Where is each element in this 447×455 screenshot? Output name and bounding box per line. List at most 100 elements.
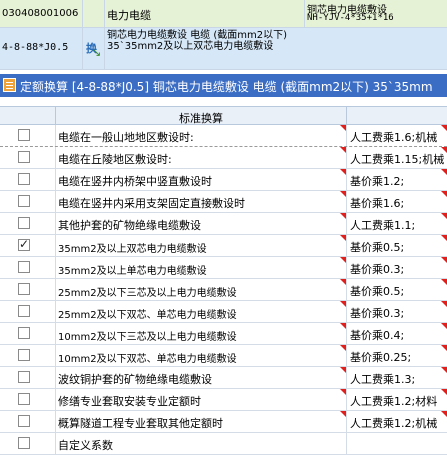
comment-marker-icon [340,301,346,307]
row-checkbox[interactable] [18,327,30,339]
list-item[interactable]: 25mm2及以下双芯、单芯电力电缆敷设 基价乘0.3; [0,301,447,323]
row-checkbox[interactable] [18,349,30,361]
table-icon [3,78,16,92]
rule-name: 10mm2及以下双芯、单芯电力电缆敷设 [58,354,237,365]
row-checkbox[interactable] [18,129,30,141]
comment-marker-icon [441,345,447,351]
list-item[interactable]: 10mm2及以下双芯、单芯电力电缆敷设 基价乘0.25; [0,345,447,367]
comment-marker-icon [340,125,346,131]
rule-name: 电缆在一般山地地区敷设时: [58,131,194,144]
row-checkbox[interactable] [18,283,30,295]
row-checkbox[interactable] [18,393,30,405]
row-checkbox[interactable] [18,151,30,163]
rule-expression[interactable]: 基价乘1.6; [350,195,447,211]
spec-cell[interactable]: 铜芯电力电缆敷设 NH-YJV-4*35+1*16 [305,0,447,27]
comment-marker-icon [340,257,346,263]
item-name: 电力电缆 [107,9,151,22]
row-checkbox[interactable] [18,437,30,449]
rule-expression[interactable]: 人工费乘1.3; [350,371,447,387]
rule-name: 35mm2及以上双芯电力电缆敷设 [58,244,207,255]
rule-name: 电缆在竖井内桥架中竖直敷设时 [58,175,212,188]
rule-name: 25mm2及以下三芯及以上电力电缆敷设 [58,288,237,299]
comment-marker-icon [340,213,346,219]
comment-marker-icon [441,411,447,417]
comment-marker-icon [441,367,447,373]
rule-expression[interactable]: 基价乘0.5; [350,283,447,299]
comment-marker-icon [441,257,447,263]
list-item[interactable]: 35mm2及以上双芯电力电缆敷设 基价乘0.5; [0,235,447,257]
rule-expression[interactable]: 人工费乘1.6;机械 [350,129,447,145]
comment-marker-icon [441,125,447,131]
row-checkbox[interactable] [18,261,30,273]
rule-name: 电缆在丘陵地区敷设时: [58,153,172,166]
rule-expression[interactable]: 基价乘0.5; [350,239,447,255]
comment-marker-icon [340,235,346,241]
rule-name: 修缮专业套取安装专业定额时 [58,395,201,408]
conversion-icon: 换 ↘ [86,42,102,59]
comment-marker-icon [340,411,346,417]
row-checkbox[interactable] [18,217,30,229]
rule-expression[interactable]: 基价乘1.2; [350,173,447,189]
list-item[interactable]: 修缮专业套取安装专业定额时 人工费乘1.2;材料 [0,389,447,411]
list-item[interactable]: 电缆在竖井内采用支架固定直接敷设时 基价乘1.6; [0,191,447,213]
comment-marker-icon [340,367,346,373]
comment-marker-icon [340,169,346,175]
comment-marker-icon [340,323,346,329]
row-checkbox[interactable] [18,195,30,207]
comment-marker-icon [340,345,346,351]
rule-name: 35mm2及以上单芯电力电缆敷设 [58,266,207,277]
list-item[interactable]: 其他护套的矿物绝缘电缆敷设 人工费乘1.1; [0,213,447,235]
rule-expression[interactable]: 基价乘0.4; [350,327,447,343]
rule-expression[interactable]: 人工费乘1.1; [350,217,447,233]
rule-expression[interactable]: 人工费乘1.2;机械 [350,415,447,431]
budget-row-list-item[interactable]: 030408001006 电力电缆 铜芯电力电缆敷设 NH-YJV-4*35+1… [0,0,447,28]
name-cell[interactable]: 电力电缆 [105,0,305,27]
list-item[interactable]: 自定义系数 [0,433,447,455]
list-item[interactable]: 波纹铜护套的矿物绝缘电缆敷设 人工费乘1.3; [0,367,447,389]
row-checkbox[interactable] [18,371,30,383]
row-checkbox[interactable] [18,415,30,427]
list-item[interactable]: 10mm2及以下三芯及以上电力电缆敷设 基价乘0.4; [0,323,447,345]
comment-marker-icon [340,191,346,197]
rule-name: 10mm2及以下三芯及以上电力电缆敷设 [58,332,237,343]
quota-desc-cell[interactable]: 铜芯电力电缆敷设 电缆 (截面mm2以下) 35`35mm2及以上双芯电力电缆敷… [105,28,447,69]
quota-description: 铜芯电力电缆敷设 电缆 (截面mm2以下) 35`35mm2及以上双芯电力电缆敷… [107,30,288,52]
comment-marker-icon [441,213,447,219]
comment-marker-icon [441,169,447,175]
rule-expression[interactable]: 人工费乘1.15;机械 [350,151,447,167]
row-checkbox[interactable] [18,305,30,317]
quota-code-cell[interactable]: 4-8-88*J0.5 [0,28,83,69]
comment-marker-icon [441,235,447,241]
list-item[interactable]: 电缆在竖井内桥架中竖直敷设时 基价乘1.2; [0,169,447,191]
rule-expression[interactable]: 人工费乘1.2;材料 [350,393,447,409]
conversion-panel-titlebar: 定额换算 [4-8-88*J0.5] 铜芯电力电缆敷设 电缆 (截面mm2以下)… [0,74,447,97]
row-checkbox[interactable] [18,237,30,251]
quota-code: 4-8-88*J0.5 [2,42,69,53]
comment-marker-icon [441,191,447,197]
rule-expression[interactable]: 基价乘0.25; [350,349,447,365]
grid-header: 标准换算 [0,106,447,125]
rule-name: 概算隧道工程专业套取其他定额时 [58,417,223,430]
rule-expression[interactable]: 基价乘0.3; [350,261,447,277]
panel-title: 定额换算 [4-8-88*J0.5] 铜芯电力电缆敷设 电缆 (截面mm2以下)… [20,80,433,94]
rule-expression[interactable]: 基价乘0.3; [350,305,447,321]
list-item[interactable]: 电缆在一般山地地区敷设时: 人工费乘1.6;机械 [0,125,447,147]
rule-name: 25mm2及以下双芯、单芯电力电缆敷设 [58,310,237,321]
comment-marker-icon [340,147,346,153]
list-item[interactable]: 电缆在丘陵地区敷设时: 人工费乘1.15;机械 [0,147,447,169]
code-cell[interactable]: 030408001006 [0,0,83,27]
rule-name: 电缆在竖井内采用支架固定直接敷设时 [58,197,245,210]
item-spec-line2: NH-YJV-4*35+1*16 [307,13,394,23]
item-code: 030408001006 [2,8,79,19]
comment-marker-icon [441,279,447,285]
header-standard-conversion: 标准换算 [179,112,223,125]
list-item[interactable]: 35mm2及以上单芯电力电缆敷设 基价乘0.3; [0,257,447,279]
list-item[interactable]: 25mm2及以下三芯及以上电力电缆敷设 基价乘0.5; [0,279,447,301]
list-item[interactable]: 概算隧道工程专业套取其他定额时 人工费乘1.2;机械 [0,411,447,433]
comment-marker-icon [441,389,447,395]
comment-marker-icon [340,389,346,395]
budget-row-quota[interactable]: 4-8-88*J0.5 换 ↘ 铜芯电力电缆敷设 电缆 (截面mm2以下) 35`… [0,28,447,70]
row-checkbox[interactable] [18,173,30,185]
comment-marker-icon [441,301,447,307]
comment-marker-icon [441,147,447,153]
